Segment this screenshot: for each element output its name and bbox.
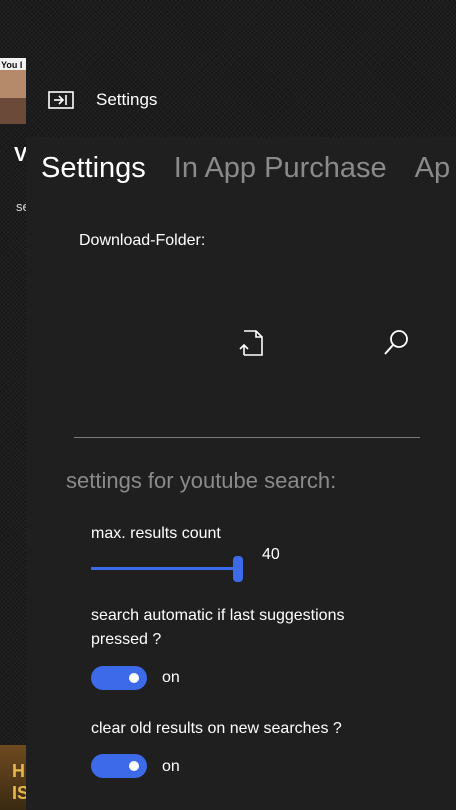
settings-panel: Settings In App Purchase Ap Download-Folde… — [26, 137, 456, 810]
open-folder-icon[interactable] — [236, 327, 268, 359]
slider-thumb[interactable] — [233, 556, 243, 582]
tab-settings[interactable]: Settings — [41, 152, 146, 185]
max-results-label: max. results count — [91, 525, 221, 542]
background-thumbnail-caption: You I — [1, 60, 23, 70]
toggle-knob — [129, 761, 139, 771]
auto-search-state: on — [162, 669, 180, 686]
toggle-knob — [129, 673, 139, 683]
tab-strip: Settings In App Purchase Ap — [41, 152, 456, 185]
search-icon[interactable] — [380, 327, 412, 359]
tab-about[interactable]: Ap — [415, 152, 450, 185]
pane-toggle-icon[interactable] — [48, 91, 74, 109]
auto-search-label-line2: pressed ? — [91, 631, 162, 648]
slider-track — [91, 567, 237, 570]
tab-in-app-purchase[interactable]: In App Purchase — [174, 152, 387, 185]
topbar-title: Settings — [96, 90, 158, 109]
max-results-slider[interactable] — [91, 554, 243, 584]
download-folder-label: Download-Folder: — [79, 232, 206, 249]
clear-results-label: clear old results on new searches ? — [91, 720, 342, 737]
max-results-value: 40 — [262, 546, 280, 563]
auto-search-label-line1: search automatic if last suggestions — [91, 607, 345, 624]
auto-search-toggle[interactable] — [91, 666, 147, 690]
background-bottom-caption: H IS — [12, 761, 26, 803]
youtube-section-title: settings for youtube search: — [66, 468, 337, 493]
clear-results-toggle[interactable] — [91, 754, 147, 778]
clear-results-state: on — [162, 758, 180, 775]
app-top-bar: Settings — [0, 78, 456, 122]
download-folder-underline — [74, 437, 420, 438]
